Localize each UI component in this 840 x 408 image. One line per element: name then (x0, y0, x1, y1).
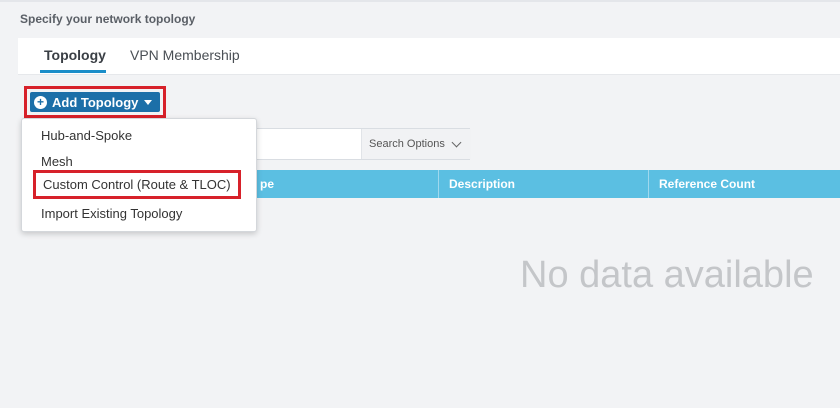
menu-item-mesh[interactable]: Mesh (41, 154, 73, 169)
add-topology-label: Add Topology (52, 94, 139, 110)
menu-item-hub-and-spoke[interactable]: Hub-and-Spoke (41, 128, 132, 143)
add-topology-menu: Hub-and-Spoke Mesh Custom Control (Route… (21, 118, 257, 232)
table-header: pe Description Reference Count (250, 170, 840, 198)
menu-item-import-existing-topology[interactable]: Import Existing Topology (41, 206, 182, 221)
tab-vpn-membership[interactable]: VPN Membership (130, 47, 240, 63)
column-header-type[interactable]: pe (250, 170, 438, 198)
search-options-button[interactable]: Search Options (361, 129, 471, 159)
plus-circle-icon: + (34, 95, 47, 109)
page-heading: Specify your network topology (20, 12, 196, 26)
empty-table-message: No data available (520, 254, 814, 296)
tab-topology[interactable]: Topology (44, 47, 106, 63)
caret-down-icon (144, 99, 152, 105)
add-topology-highlight: + Add Topology (24, 86, 166, 118)
column-header-reference-count[interactable]: Reference Count (648, 170, 840, 198)
chevron-down-icon (451, 137, 462, 147)
column-header-description[interactable]: Description (438, 170, 648, 198)
tab-bar: Topology VPN Membership (18, 38, 840, 75)
search-bar[interactable]: Search Options (250, 128, 471, 160)
menu-item-custom-control[interactable]: Custom Control (Route & TLOC) (33, 170, 241, 199)
search-options-label: Search Options (369, 138, 445, 150)
active-tab-indicator (40, 70, 106, 73)
top-divider (0, 0, 840, 2)
add-topology-button[interactable]: + Add Topology (30, 92, 160, 112)
